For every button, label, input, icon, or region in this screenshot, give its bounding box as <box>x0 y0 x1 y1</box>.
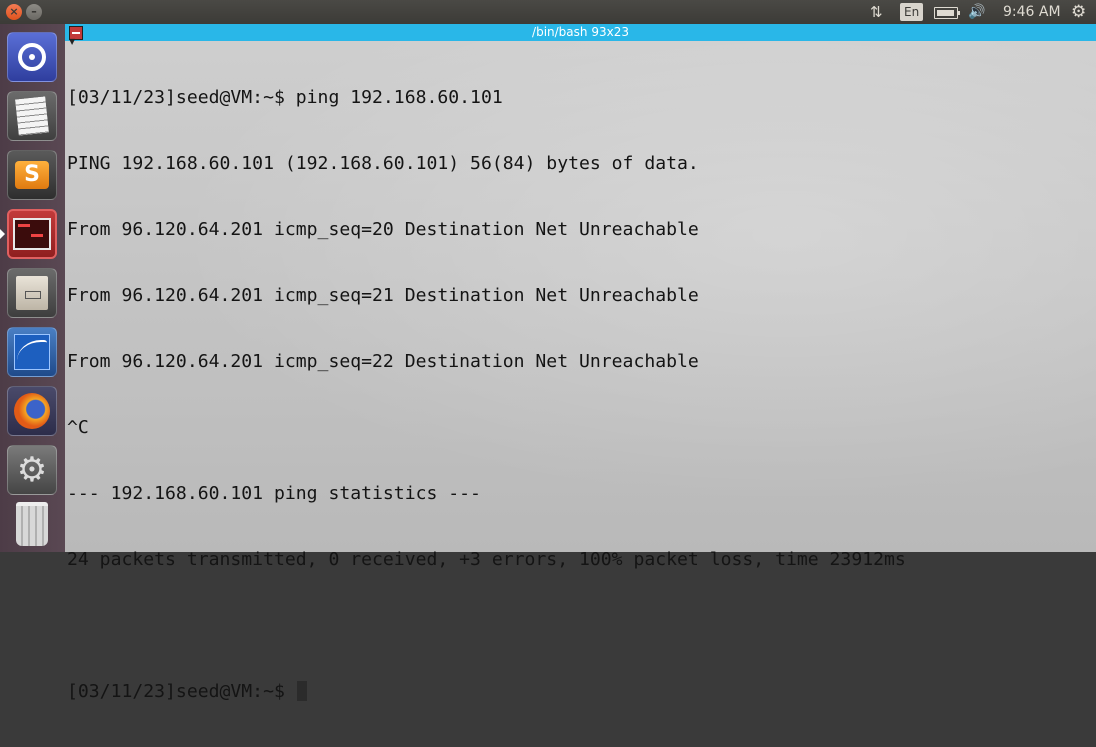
network-icon[interactable]: ⇅ <box>870 0 882 24</box>
terminal-line: PING 192.168.60.101 (192.168.60.101) 56(… <box>67 153 699 174</box>
top-panel: × – ⇅ En 🔊 9:46 AM ⚙ <box>0 0 1096 24</box>
battery-icon[interactable] <box>934 7 960 19</box>
launcher-dock: S ⚙ <box>0 24 66 552</box>
terminal-window[interactable]: /bin/bash 93x23 ▼ [03/11/23]seed@VM:~$ p… <box>65 24 1096 702</box>
terminal-line: From 96.120.64.201 icmp_seq=21 Destinati… <box>67 285 699 306</box>
file-manager-icon[interactable] <box>7 268 57 318</box>
terminal-title: /bin/bash 93x23 <box>532 25 629 39</box>
terminal-icon[interactable] <box>7 209 57 259</box>
system-menu-gear-icon[interactable]: ⚙ <box>1071 0 1086 24</box>
terminal-line: From 96.120.64.201 icmp_seq=22 Destinati… <box>67 351 699 372</box>
ubuntu-dash-icon[interactable] <box>7 32 57 82</box>
system-settings-icon[interactable]: ⚙ <box>7 445 57 495</box>
terminal-line: ^C <box>67 417 89 438</box>
keyboard-language-indicator[interactable]: En <box>900 3 924 21</box>
wireshark-icon[interactable] <box>7 327 57 377</box>
active-app-indicator <box>0 229 5 239</box>
text-editor-icon[interactable] <box>7 91 57 141</box>
terminal-line: --- 192.168.60.101 ping statistics --- <box>67 483 481 504</box>
volume-icon[interactable]: 🔊 <box>968 0 985 24</box>
terminal-line: 24 packets transmitted, 0 received, +3 e… <box>67 549 906 570</box>
firefox-icon[interactable] <box>7 386 57 436</box>
terminal-line: From 96.120.64.201 icmp_seq=20 Destinati… <box>67 219 699 240</box>
terminal-title-bar[interactable]: /bin/bash 93x23 <box>65 24 1096 41</box>
window-close-button[interactable]: × <box>6 4 22 20</box>
terminal-output[interactable]: [03/11/23]seed@VM:~$ ping 192.168.60.101… <box>67 43 1087 702</box>
window-minimize-button[interactable]: – <box>26 4 42 20</box>
trash-icon[interactable] <box>7 499 57 549</box>
terminal-prompt-line[interactable]: [03/11/23]seed@VM:~$ <box>67 681 1087 703</box>
clock[interactable]: 9:46 AM <box>1003 0 1061 24</box>
terminal-prompt: [03/11/23]seed@VM:~$ <box>67 681 296 702</box>
terminal-line: [03/11/23]seed@VM:~$ ping 192.168.60.101 <box>67 87 503 108</box>
terminal-cursor <box>296 681 307 701</box>
sublime-text-icon[interactable]: S <box>7 150 57 200</box>
